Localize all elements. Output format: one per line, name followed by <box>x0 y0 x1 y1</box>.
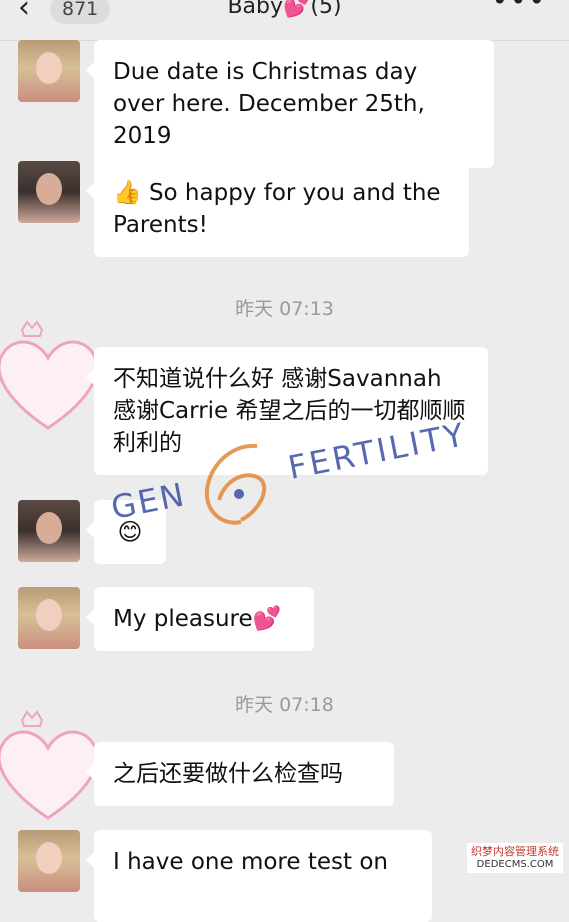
message-bubble[interactable]: 😊 <box>86 500 166 564</box>
avatar[interactable] <box>18 587 80 649</box>
avatar[interactable] <box>18 500 80 562</box>
avatar[interactable] <box>18 40 80 102</box>
avatar[interactable] <box>18 830 80 892</box>
chat-header: ‹ 871 Baby💕(5) ••• <box>0 0 569 41</box>
message-bubble[interactable]: I have one more test on <box>86 830 432 922</box>
message-bubble[interactable]: My pleasure💕 <box>86 587 314 651</box>
watermark-line1: 织梦内容管理系统 <box>471 845 559 858</box>
more-dots-icon[interactable]: ••• <box>491 0 547 17</box>
message-bubble[interactable]: 不知道说什么好 感谢Savannah 感谢Carrie 希望之后的一切都顺顺利利… <box>86 347 488 475</box>
message-bubble[interactable]: Due date is Christmas day over here. Dec… <box>86 40 494 168</box>
watermark-line2: DEDECMS.COM <box>476 859 554 870</box>
dedecms-watermark: 织梦内容管理系统 DEDECMS.COM <box>467 843 563 873</box>
avatar[interactable] <box>18 161 80 223</box>
message-bubble[interactable]: 之后还要做什么检查吗 <box>86 742 394 806</box>
message-bubble[interactable]: 👍 So happy for you and the Parents! <box>86 161 469 257</box>
chat-title: Baby💕(5) <box>227 0 342 19</box>
